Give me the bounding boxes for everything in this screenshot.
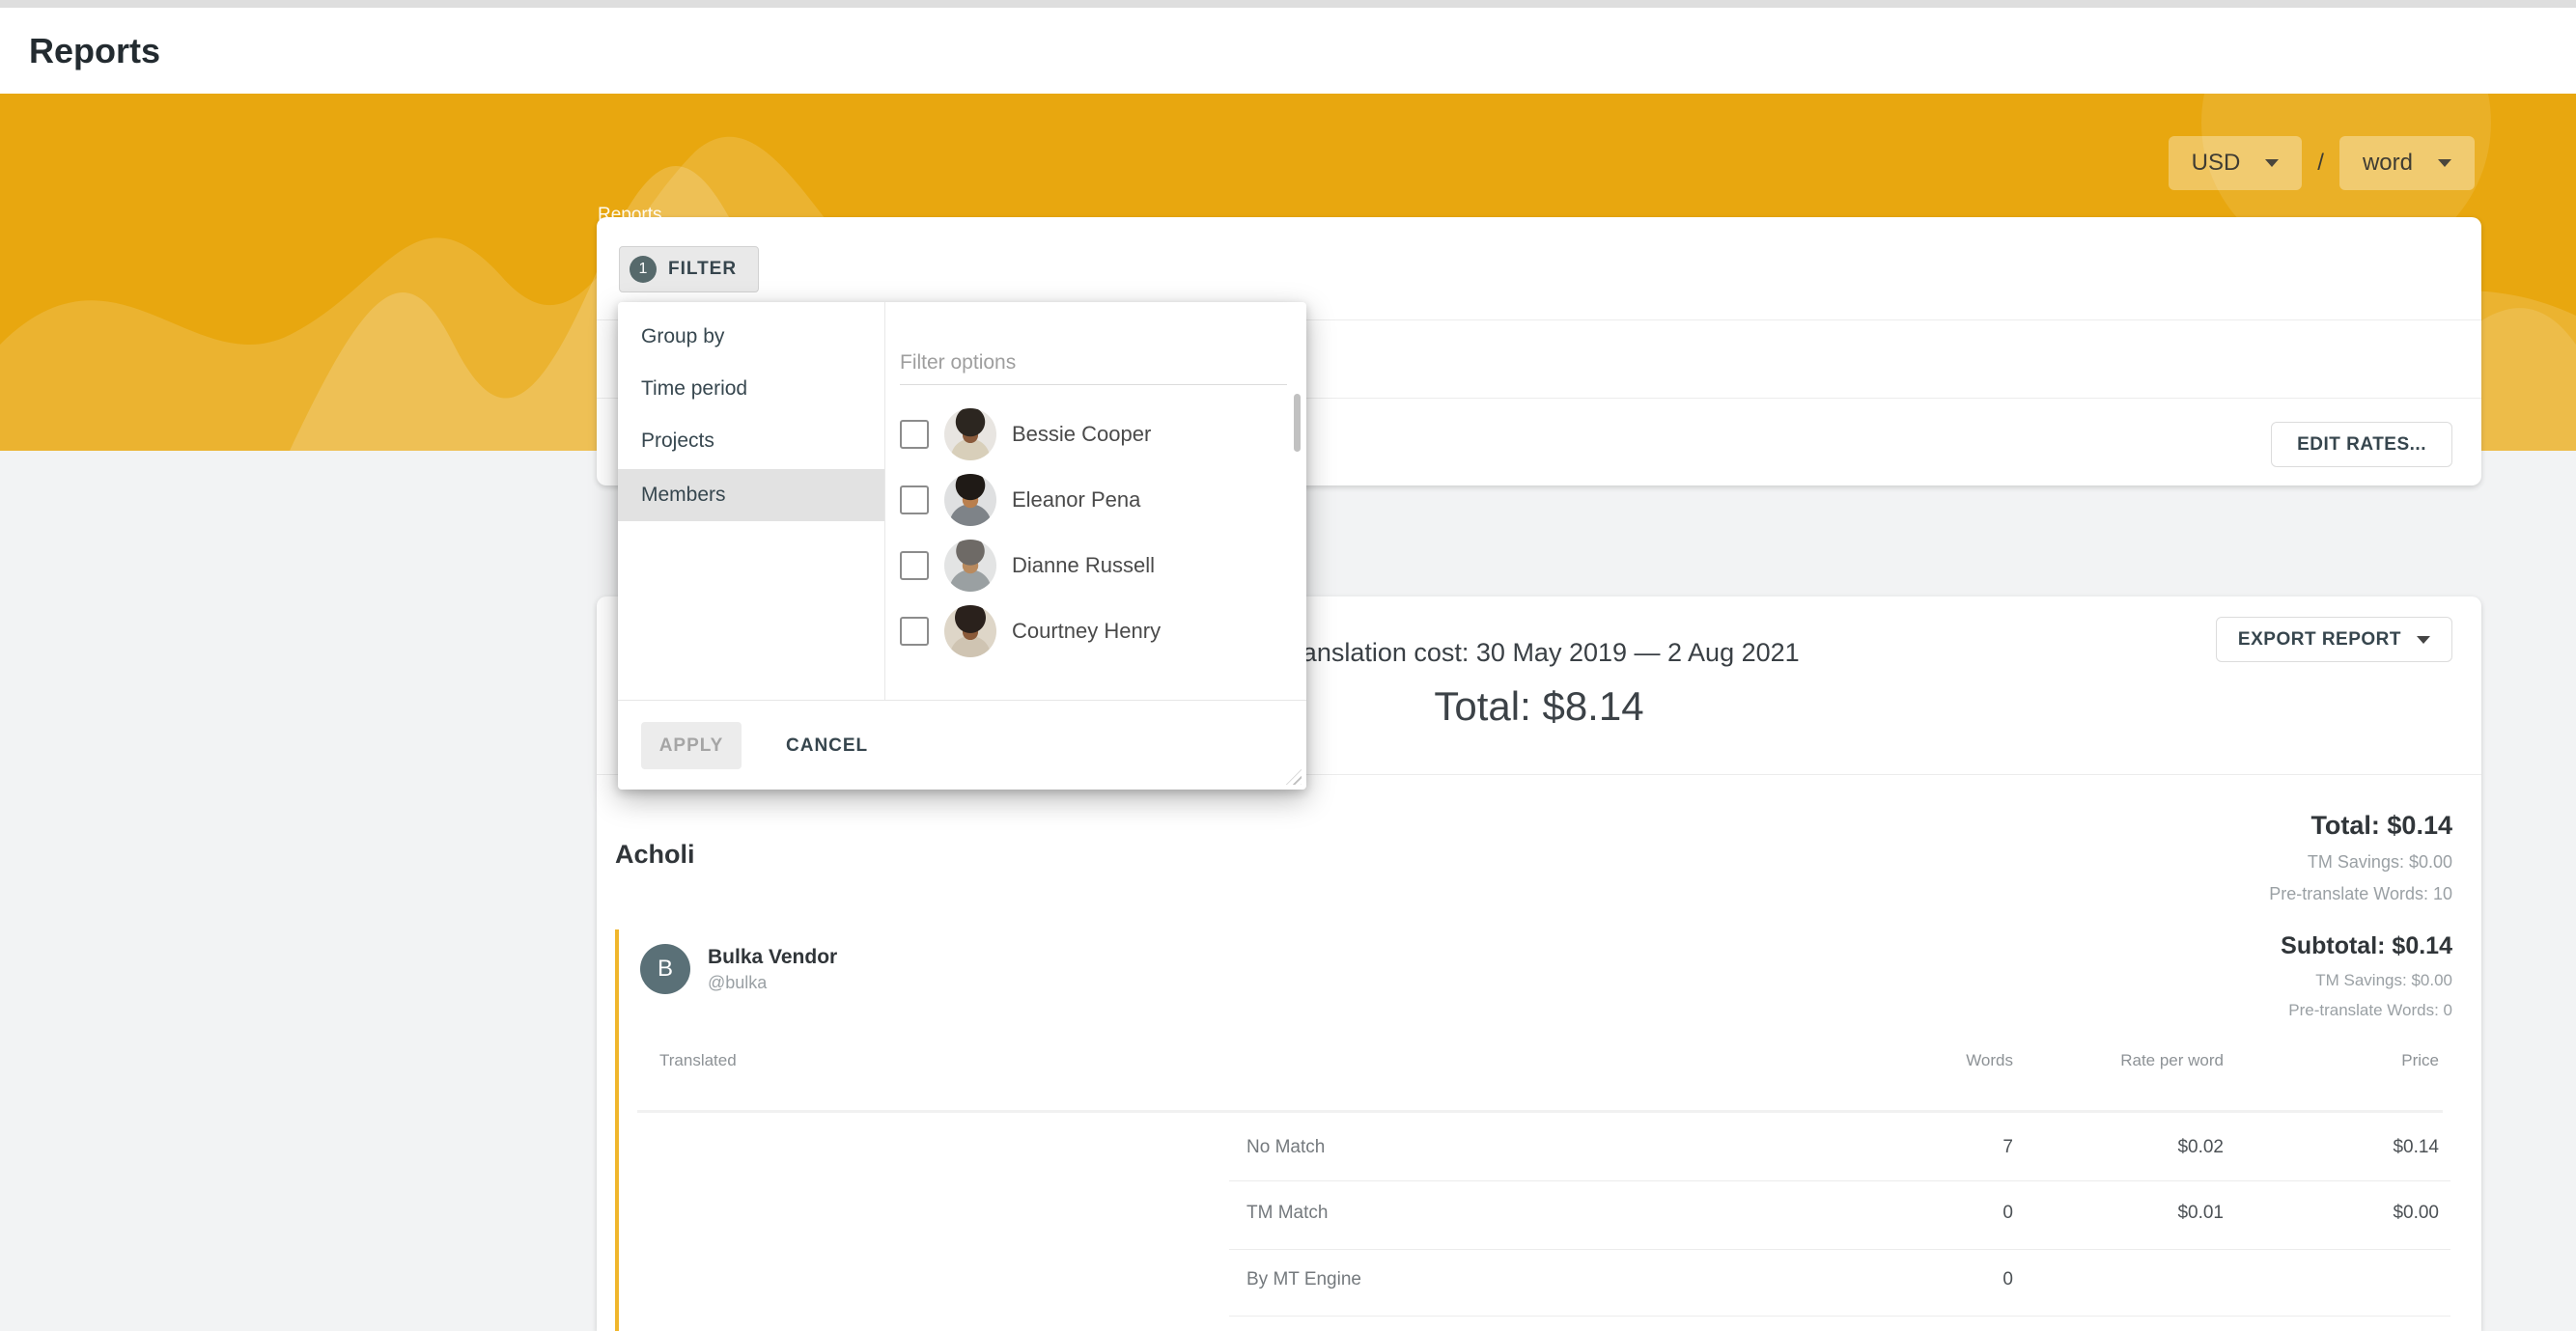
export-report-label: EXPORT REPORT bbox=[2238, 629, 2401, 651]
unit-value: word bbox=[2363, 150, 2413, 177]
divider bbox=[618, 700, 1306, 701]
member-name: Dianne Russell bbox=[1012, 553, 1155, 578]
divider bbox=[1229, 1249, 2450, 1250]
filter-panel: Group by Time period Projects Members Be… bbox=[618, 302, 1306, 790]
filter-count-badge: 1 bbox=[630, 256, 657, 283]
member-option[interactable]: Courtney Henry bbox=[900, 598, 1287, 664]
row-label: TM Match bbox=[1246, 1203, 1328, 1224]
chevron-down-icon bbox=[2438, 159, 2451, 167]
filter-category-group-by[interactable]: Group by bbox=[618, 311, 884, 363]
filter-category-projects[interactable]: Projects bbox=[618, 415, 884, 467]
row-label: By MT Engine bbox=[1246, 1269, 1361, 1290]
row-label: No Match bbox=[1246, 1137, 1325, 1158]
filter-button-label: FILTER bbox=[668, 259, 737, 280]
member-option[interactable]: Eleanor Pena bbox=[900, 467, 1287, 533]
language-accent-border bbox=[615, 929, 619, 1331]
chevron-down-icon bbox=[2265, 159, 2279, 167]
row-price: $0.14 bbox=[2393, 1137, 2439, 1158]
row-rate: $0.01 bbox=[2177, 1203, 2224, 1224]
currency-dropdown[interactable]: USD bbox=[2169, 136, 2303, 190]
vendor-handle: @bulka bbox=[708, 973, 767, 993]
member-option[interactable]: Bessie Cooper bbox=[900, 402, 1287, 467]
cancel-button[interactable]: CANCEL bbox=[772, 722, 882, 769]
row-words: 0 bbox=[2002, 1203, 2013, 1224]
member-name: Bessie Cooper bbox=[1012, 422, 1151, 447]
vendor-name: Bulka Vendor bbox=[708, 946, 837, 969]
row-price: $0.00 bbox=[2393, 1203, 2439, 1224]
avatar bbox=[944, 605, 996, 657]
avatar bbox=[944, 474, 996, 526]
filter-category-members[interactable]: Members bbox=[618, 469, 884, 521]
top-strip bbox=[0, 0, 2576, 8]
language-tm-savings: TM Savings: $0.00 bbox=[2269, 852, 2452, 873]
divider bbox=[1229, 1316, 2450, 1317]
avatar bbox=[944, 540, 996, 592]
row-words: 7 bbox=[2002, 1137, 2013, 1158]
vendor-avatar: B bbox=[640, 944, 690, 994]
currency-value: USD bbox=[2192, 150, 2241, 177]
vendor-subtotal: Subtotal: $0.14 bbox=[2281, 932, 2452, 960]
filter-category-time-period[interactable]: Time period bbox=[618, 363, 884, 415]
unit-controls: USD / word bbox=[2169, 136, 2475, 190]
language-summary: Total: $0.14 TM Savings: $0.00 Pre-trans… bbox=[2269, 811, 2452, 904]
member-name: Courtney Henry bbox=[1012, 619, 1161, 644]
divider bbox=[884, 302, 885, 700]
checkbox-icon[interactable] bbox=[900, 420, 929, 449]
apply-button[interactable]: APPLY bbox=[641, 722, 742, 769]
scrollbar-thumb[interactable] bbox=[1294, 394, 1301, 452]
column-header-price: Price bbox=[2401, 1051, 2439, 1070]
column-header-words: Words bbox=[1966, 1051, 2013, 1070]
checkbox-icon[interactable] bbox=[900, 551, 929, 580]
unit-dropdown[interactable]: word bbox=[2339, 136, 2475, 190]
row-rate: $0.02 bbox=[2177, 1137, 2224, 1158]
filter-button[interactable]: 1 FILTER bbox=[619, 246, 759, 292]
checkbox-icon[interactable] bbox=[900, 617, 929, 646]
table-header-divider bbox=[637, 1110, 2443, 1113]
vendor-tm-savings: TM Savings: $0.00 bbox=[2281, 971, 2452, 990]
reports-page: Reports Reports ← Translation cost USD /… bbox=[0, 0, 2576, 1331]
app-header: Reports bbox=[0, 8, 2576, 94]
unit-separator: / bbox=[2317, 150, 2324, 177]
avatar bbox=[944, 408, 996, 460]
chevron-down-icon bbox=[2417, 636, 2430, 644]
divider bbox=[1229, 1180, 2450, 1181]
column-header-translated: Translated bbox=[659, 1051, 737, 1070]
edit-rates-button[interactable]: EDIT RATES... bbox=[2271, 422, 2452, 467]
language-pretranslate-words: Pre-translate Words: 10 bbox=[2269, 884, 2452, 904]
checkbox-icon[interactable] bbox=[900, 485, 929, 514]
language-total: Total: $0.14 bbox=[2269, 811, 2452, 841]
member-name: Eleanor Pena bbox=[1012, 487, 1140, 513]
vendor-summary: Subtotal: $0.14 TM Savings: $0.00 Pre-tr… bbox=[2281, 932, 2452, 1020]
column-header-rate: Rate per word bbox=[2120, 1051, 2224, 1070]
member-option[interactable]: Dianne Russell bbox=[900, 533, 1287, 598]
row-words: 0 bbox=[2002, 1269, 2013, 1290]
page-title: Reports bbox=[29, 31, 160, 71]
export-report-button[interactable]: EXPORT REPORT bbox=[2216, 617, 2452, 662]
language-heading: Acholi bbox=[615, 840, 695, 870]
vendor-pretranslate-words: Pre-translate Words: 0 bbox=[2281, 1001, 2452, 1020]
filter-options-input[interactable] bbox=[900, 341, 1287, 385]
resize-handle-icon[interactable] bbox=[1286, 769, 1302, 785]
